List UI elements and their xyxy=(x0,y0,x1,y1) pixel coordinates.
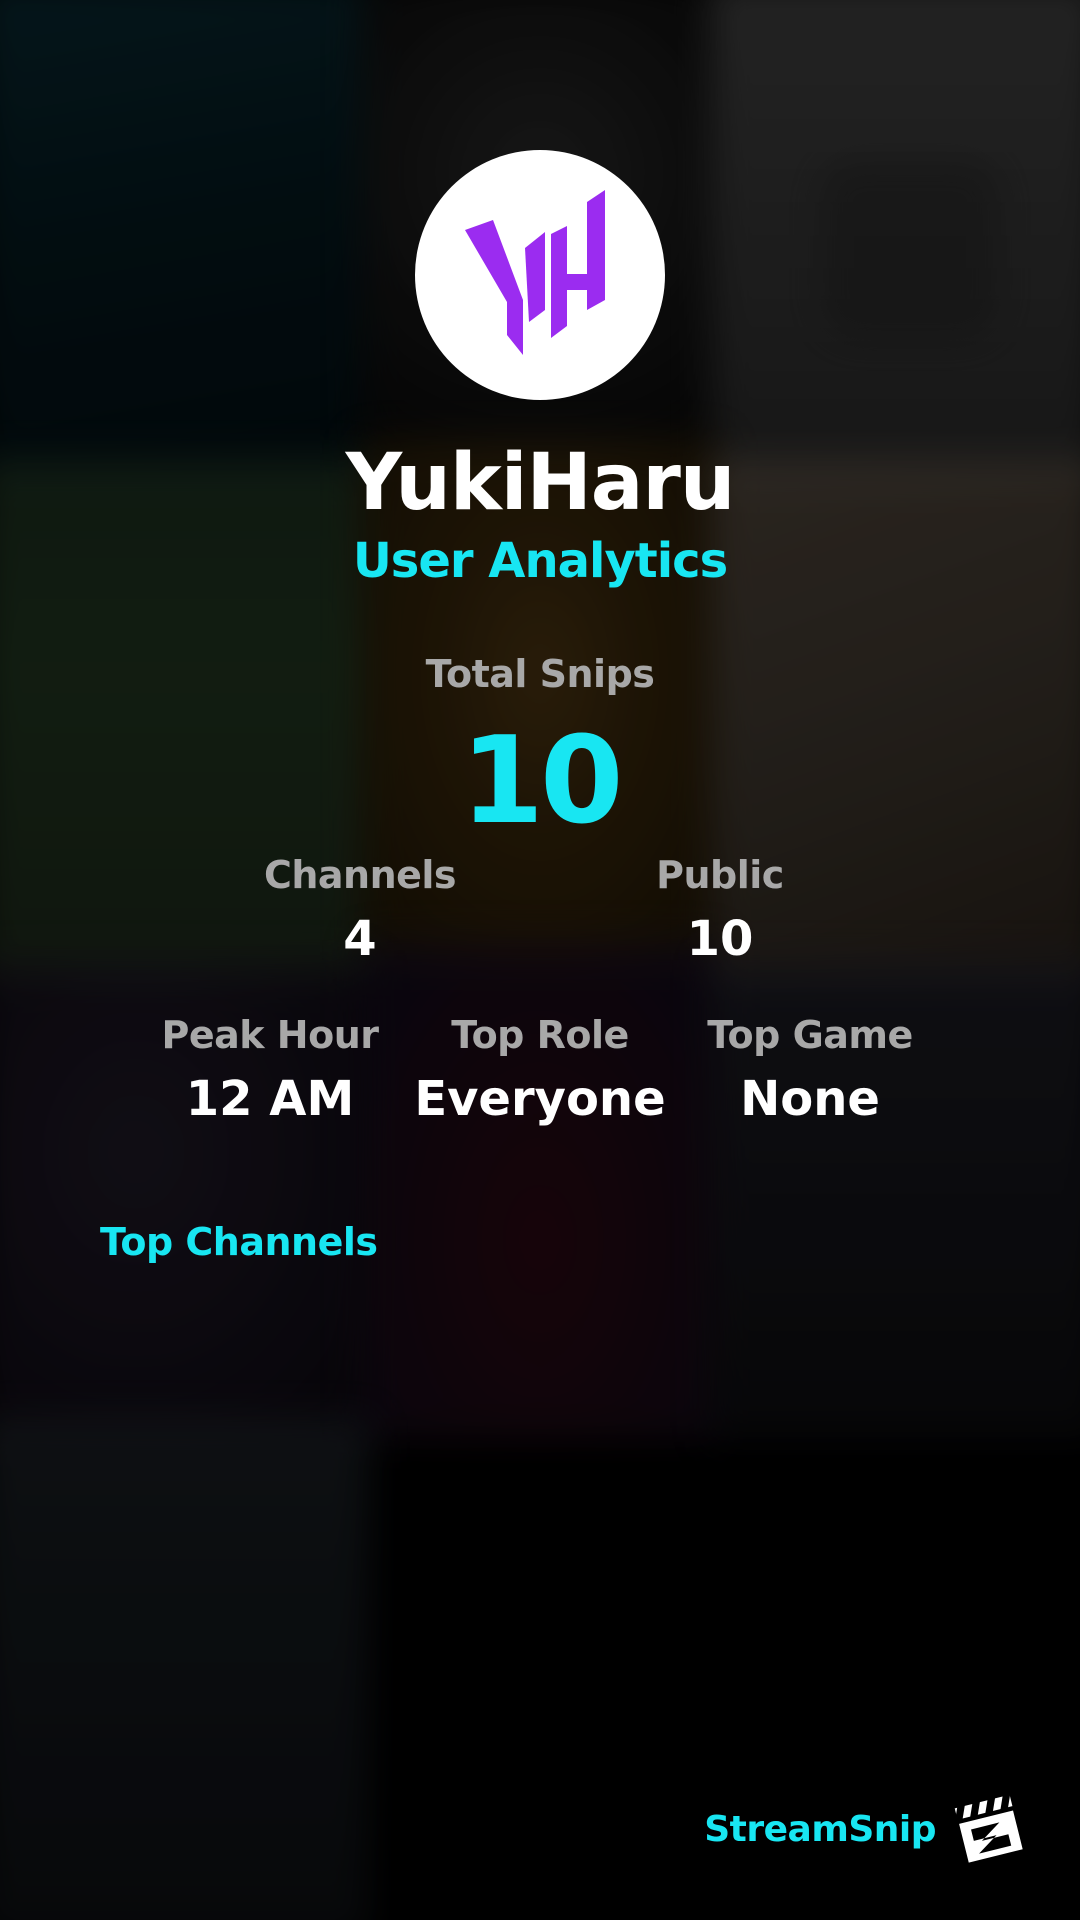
brand-footer: StreamSnip xyxy=(704,1790,1028,1868)
channels-value: 4 xyxy=(343,911,377,967)
peak-hour-label: Peak Hour xyxy=(161,1013,379,1057)
avatar xyxy=(415,150,665,400)
top-channels-heading: Top Channels xyxy=(100,1220,378,1264)
total-snips-label: Total Snips xyxy=(425,652,655,696)
top-role-stat: Top Role Everyone xyxy=(405,1013,675,1127)
analytics-card: YukiHaru User Analytics Total Snips 10 C… xyxy=(0,0,1080,1920)
top-game-stat: Top Game None xyxy=(680,1013,940,1127)
top-game-value: None xyxy=(740,1071,880,1127)
peak-hour-value: 12 AM xyxy=(185,1071,355,1127)
channels-label: Channels xyxy=(263,853,457,897)
clapperboard-icon xyxy=(950,1790,1028,1868)
total-snips-value: 10 xyxy=(460,712,624,851)
top-role-label: Top Role xyxy=(451,1013,629,1057)
top-role-value: Everyone xyxy=(414,1071,666,1127)
page-subtitle: User Analytics xyxy=(352,533,728,589)
brand-name: StreamSnip xyxy=(704,1808,936,1850)
top-game-label: Top Game xyxy=(707,1013,913,1057)
public-label: Public xyxy=(656,853,784,897)
yh-logo-icon xyxy=(465,190,605,355)
peak-hour-stat: Peak Hour 12 AM xyxy=(140,1013,400,1127)
username: YukiHaru xyxy=(345,438,736,528)
public-stat: Public 10 xyxy=(580,853,860,967)
public-value: 10 xyxy=(686,911,754,967)
channels-stat: Channels 4 xyxy=(220,853,500,967)
